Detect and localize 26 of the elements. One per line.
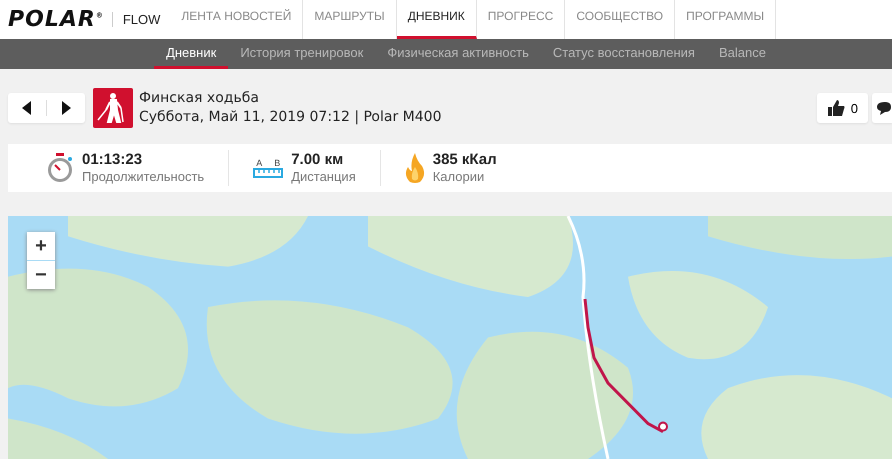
- stat-value: 385 кКал: [432, 151, 497, 168]
- zoom-in-button[interactable]: +: [27, 232, 55, 260]
- subnav-tab[interactable]: Статус восстановления: [540, 39, 707, 69]
- stopwatch-icon: [46, 152, 74, 184]
- stat-label: Калории: [432, 168, 486, 185]
- speech-bubble-icon: [877, 100, 891, 116]
- left-arrow-icon: [22, 101, 32, 115]
- walker-icon: [93, 88, 133, 128]
- session-title: Финская ходьба: [139, 89, 260, 108]
- like-button[interactable]: 0: [816, 93, 868, 123]
- comment-button[interactable]: [872, 93, 892, 123]
- stat-label: Продолжительность: [82, 168, 204, 185]
- flame-icon: [404, 153, 425, 183]
- subnav-tab[interactable]: История тренировок: [228, 39, 376, 69]
- subnav-tab[interactable]: Balance: [706, 39, 778, 69]
- zoom-out-button[interactable]: −: [27, 261, 55, 289]
- product-name: FLOW: [112, 12, 170, 27]
- subnav-tab[interactable]: Дневник: [154, 39, 228, 69]
- stat-label: Дистанция: [291, 168, 356, 185]
- stat-value: 01:13:23: [82, 151, 144, 168]
- session-subtitle: Суббота, Май 11, 2019 07:12 | Polar M400: [139, 108, 442, 127]
- logo[interactable]: POLAR$^{®}$: [8, 7, 104, 32]
- right-arrow-icon: [61, 101, 71, 115]
- thumbs-up-icon: [826, 99, 845, 117]
- stat-value: 7.00 км: [291, 151, 344, 168]
- subnav-tab[interactable]: Физическая активность: [375, 39, 541, 69]
